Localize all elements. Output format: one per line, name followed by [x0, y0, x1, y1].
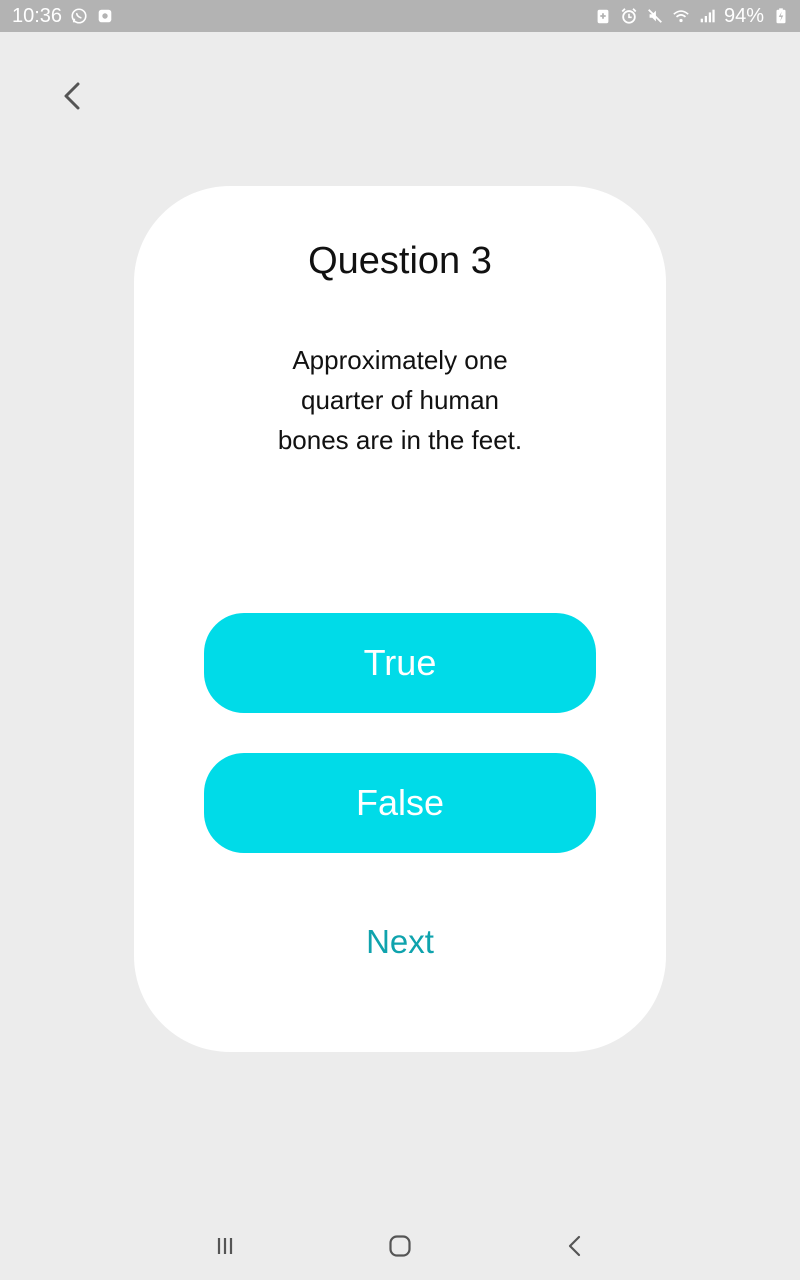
false-button-label: False [355, 782, 445, 823]
navigation-bar [0, 1216, 800, 1280]
recent-apps-icon [210, 1231, 240, 1266]
whatsapp-icon [70, 7, 88, 25]
mute-icon [646, 7, 664, 25]
true-button-label: True [363, 642, 437, 683]
true-button[interactable]: True [204, 613, 596, 713]
question-title: Question 3 [308, 240, 492, 282]
back-nav-icon [560, 1231, 590, 1266]
status-left: 10:36 [12, 5, 114, 28]
charging-battery-icon [772, 7, 790, 25]
chevron-left-icon [59, 80, 85, 117]
recent-apps-button[interactable] [205, 1230, 245, 1266]
status-right: 94% [594, 5, 790, 28]
home-button[interactable] [380, 1230, 420, 1266]
back-nav-button[interactable] [555, 1230, 595, 1266]
wifi-icon [672, 7, 690, 25]
app-notification-icon [96, 7, 114, 25]
battery-percentage: 94% [723, 4, 764, 27]
next-button[interactable]: Next [340, 918, 460, 966]
status-time: 10:36 [12, 4, 63, 27]
next-button-label: Next [366, 923, 434, 960]
question-text: Approximately one quarter of human bones… [277, 345, 523, 455]
home-icon [385, 1231, 415, 1266]
signal-icon [698, 7, 716, 25]
status-bar: 10:36 94% [0, 0, 800, 32]
battery-saver-icon [594, 7, 612, 25]
alarm-icon [620, 7, 638, 25]
back-button[interactable] [52, 76, 92, 120]
false-button[interactable]: False [204, 753, 596, 853]
